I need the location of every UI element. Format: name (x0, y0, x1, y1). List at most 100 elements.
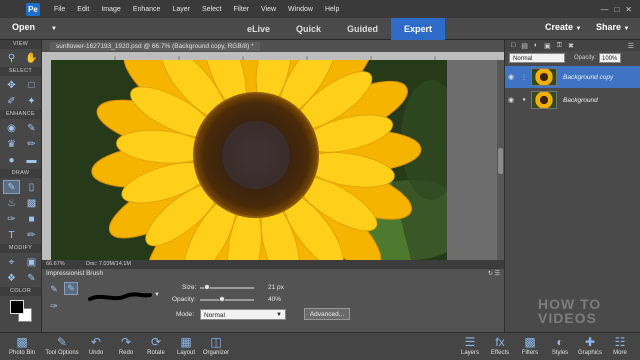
sponge-tool-icon[interactable]: ▬ (23, 153, 40, 167)
layer-lock-icon: ● (522, 97, 526, 103)
opacity-slider-knob[interactable] (219, 296, 226, 302)
smart-brush-tool-icon[interactable]: ✏ (23, 137, 40, 151)
reset-icon[interactable]: ↻ (488, 271, 493, 277)
menu-image[interactable]: Image (95, 6, 126, 13)
gradient-tool-icon[interactable]: ▩ (23, 196, 40, 210)
opacity-option-label: Opacity: (172, 296, 196, 303)
paint-bucket-tool-icon[interactable]: ♨ (3, 196, 20, 210)
layer-thumbnail (531, 68, 557, 86)
advanced-button[interactable]: Advanced... (304, 308, 350, 320)
foreground-color-swatch[interactable] (10, 300, 24, 314)
move-tool-icon[interactable]: ✥ (3, 78, 20, 92)
blur-tool-icon[interactable]: ● (3, 153, 20, 167)
red-eye-tool-icon[interactable]: ◉ (3, 121, 20, 135)
recompose-tool-icon[interactable]: ▣ (23, 255, 40, 269)
brush-stroke-preview[interactable] (88, 290, 152, 304)
layer-name: Background copy (563, 73, 614, 81)
scrollbar-thumb[interactable] (498, 148, 503, 174)
bottom-bar: ▩ Photo Bin ✎ Tool Options ↶ Undo ↷ Redo… (0, 332, 640, 360)
more-label: More (613, 350, 627, 356)
chevron-down-icon: ▼ (623, 26, 630, 32)
mode-select[interactable]: Normal ▼ (200, 309, 286, 320)
maximize-icon[interactable]: □ (614, 5, 619, 14)
chevron-down-icon[interactable]: ▼ (154, 292, 160, 298)
type-tool-icon[interactable]: T (3, 228, 20, 242)
toolbox-section-enhance: ENHANCE (0, 110, 41, 119)
new-group-icon[interactable]: ▤ (521, 42, 528, 50)
visibility-eye-icon[interactable]: ◉ (505, 96, 517, 104)
sunflower-photo[interactable] (51, 60, 447, 260)
chevron-down-icon: ▼ (575, 26, 582, 32)
more-button[interactable]: ☷ More (600, 334, 640, 360)
menu-edit[interactable]: Edit (71, 6, 95, 13)
straighten-tool-icon[interactable]: ✎ (23, 271, 40, 285)
panel-menu-icon[interactable]: ☰ (628, 42, 640, 50)
menu-file[interactable]: File (48, 6, 71, 13)
photo-bin-button[interactable]: ▩ Photo Bin (2, 334, 42, 360)
mode-label: Mode: (176, 311, 195, 318)
opacity-slider[interactable] (200, 296, 254, 302)
content-aware-move-tool-icon[interactable]: ❖ (3, 271, 20, 285)
hand-tool-icon[interactable]: ✋ (23, 51, 40, 65)
shape-tool-icon[interactable]: ■ (23, 212, 40, 226)
toolbox-section-modify: MODIFY (0, 244, 41, 253)
panel-menu-icon[interactable]: ☰ (495, 271, 500, 277)
organizer-button[interactable]: ◫ Organizer (196, 334, 236, 360)
layer-row-background-copy[interactable]: ◉ ⋮ Background copy (505, 66, 640, 88)
mode-tab-expert[interactable]: Expert (391, 18, 446, 40)
menu-help[interactable]: Help (319, 6, 345, 13)
clone-stamp-tool-icon[interactable]: ♛ (3, 137, 20, 151)
eraser-tool-icon[interactable]: ▯ (23, 180, 40, 194)
impressionist-brush-tool-icon[interactable]: ✎ (3, 180, 20, 194)
delete-layer-icon[interactable]: ✖ (568, 42, 574, 50)
document-tab[interactable]: sunflower-1627193_1920.psd @ 66.7% (Back… (50, 41, 260, 51)
status-bar: 66.67% Doc: 7.03M/14.1M (42, 260, 504, 268)
size-slider-knob[interactable] (203, 284, 210, 290)
menu-select[interactable]: Select (196, 6, 227, 13)
quick-selection-tool-icon[interactable]: ✦ (23, 94, 40, 108)
canvas-area[interactable] (51, 60, 504, 260)
menu-filter[interactable]: Filter (227, 6, 255, 13)
brush-variant-icon[interactable]: ✑ (47, 300, 61, 313)
mode-tab-quick[interactable]: Quick (283, 18, 334, 40)
lock-icon[interactable]: ⚿ (557, 42, 562, 50)
close-icon[interactable]: ✕ (625, 5, 632, 14)
share-button[interactable]: Share ▼ (596, 22, 629, 32)
mode-select-value: Normal (204, 312, 225, 319)
lasso-tool-icon[interactable]: ✐ (3, 94, 20, 108)
menu-view[interactable]: View (255, 6, 282, 13)
more-icon: ☷ (614, 335, 626, 349)
vertical-scrollbar[interactable] (497, 60, 504, 260)
opacity-input[interactable]: 100% (599, 53, 622, 63)
tool-options-panel: Impressionist Brush ↻ ☰ ✎ ✎ ✑ ▼ Size: 21… (42, 268, 504, 332)
create-button[interactable]: Create ▼ (545, 22, 581, 32)
mode-tab-guided[interactable]: Guided (334, 18, 391, 40)
layer-name: Background (563, 96, 598, 104)
adjustment-layer-icon[interactable]: ◐ (534, 42, 538, 49)
menu-window[interactable]: Window (282, 6, 319, 13)
impressionist-brush-option-icon[interactable]: ✎ (47, 283, 61, 296)
brush-option-selected-icon[interactable]: ✎ (64, 282, 78, 295)
spot-healing-tool-icon[interactable]: ✎ (23, 121, 40, 135)
minimize-icon[interactable]: — (600, 5, 608, 14)
layer-mask-icon[interactable]: ▣ (544, 42, 551, 50)
layer-row-background[interactable]: ◉ ● Background (505, 89, 640, 111)
marquee-tool-icon[interactable]: □ (23, 78, 40, 92)
size-slider[interactable] (200, 284, 254, 290)
color-picker-tool-icon[interactable]: ✑ (3, 212, 20, 226)
mode-tab-elive[interactable]: eLive (234, 18, 283, 40)
pencil-tool-icon[interactable]: ✏ (23, 228, 40, 242)
horizontal-ruler (51, 52, 504, 60)
opacity-label: Opacity: (574, 55, 597, 61)
zoom-tool-icon[interactable]: ⚲ (3, 51, 20, 65)
window-controls: — □ ✕ (600, 5, 640, 14)
photoshop-elements-logo-icon: Pe (26, 2, 40, 16)
visibility-eye-icon[interactable]: ◉ (505, 73, 517, 81)
toolbox: VIEW ⚲ ✋ SELECT ✥ □ ✐ ✦ ENHANCE ◉ ✎ ♛ ✏ … (0, 40, 42, 332)
open-button[interactable]: Open ▼ (12, 22, 57, 32)
menu-layer[interactable]: Layer (166, 6, 196, 13)
blend-mode-select[interactable]: Normal (509, 53, 565, 63)
crop-tool-icon[interactable]: ⌖ (3, 255, 20, 269)
menu-enhance[interactable]: Enhance (127, 6, 167, 13)
new-layer-icon[interactable]: □ (511, 42, 515, 49)
